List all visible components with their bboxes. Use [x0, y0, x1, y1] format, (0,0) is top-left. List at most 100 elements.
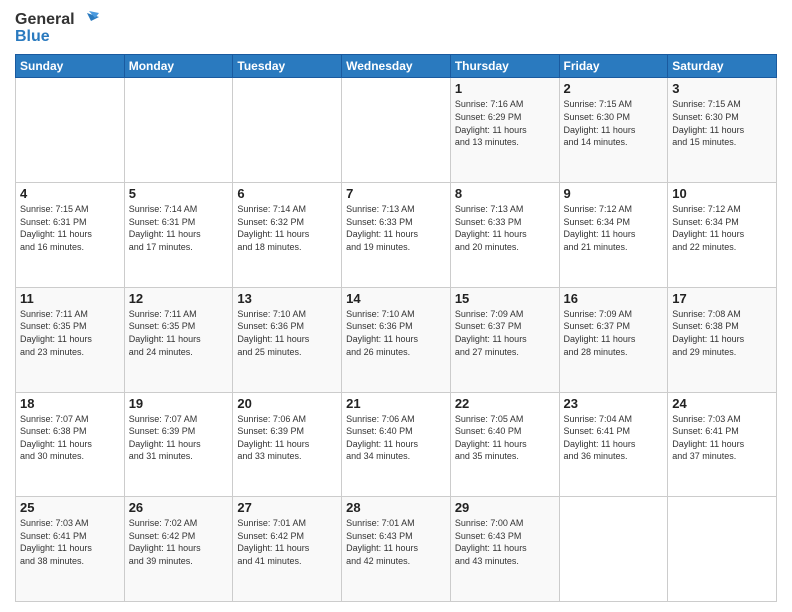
calendar-cell [668, 497, 777, 602]
day-info: Sunrise: 7:15 AM Sunset: 6:30 PM Dayligh… [672, 98, 772, 148]
day-info: Sunrise: 7:11 AM Sunset: 6:35 PM Dayligh… [20, 308, 120, 358]
day-number: 11 [20, 291, 120, 306]
week-row-2: 11 Sunrise: 7:11 AM Sunset: 6:35 PM Dayli… [16, 287, 777, 392]
calendar-cell: 23 Sunrise: 7:04 AM Sunset: 6:41 PM Dayli… [559, 392, 668, 497]
page: General Blue SundayMondayTuesdayWednesda… [0, 0, 792, 612]
weekday-sunday: Sunday [16, 55, 125, 78]
logo-wordmark: General Blue [15, 10, 99, 46]
day-info: Sunrise: 7:12 AM Sunset: 6:34 PM Dayligh… [564, 203, 664, 253]
day-info: Sunrise: 7:02 AM Sunset: 6:42 PM Dayligh… [129, 517, 229, 567]
day-number: 28 [346, 500, 446, 515]
day-number: 29 [455, 500, 555, 515]
day-number: 16 [564, 291, 664, 306]
header: General Blue [15, 10, 777, 46]
day-info: Sunrise: 7:01 AM Sunset: 6:43 PM Dayligh… [346, 517, 446, 567]
calendar-cell: 8 Sunrise: 7:13 AM Sunset: 6:33 PM Daylig… [450, 183, 559, 288]
calendar-cell: 10 Sunrise: 7:12 AM Sunset: 6:34 PM Dayli… [668, 183, 777, 288]
calendar-cell: 28 Sunrise: 7:01 AM Sunset: 6:43 PM Dayli… [342, 497, 451, 602]
calendar-cell [124, 78, 233, 183]
day-number: 21 [346, 396, 446, 411]
calendar-cell: 12 Sunrise: 7:11 AM Sunset: 6:35 PM Dayli… [124, 287, 233, 392]
weekday-wednesday: Wednesday [342, 55, 451, 78]
week-row-1: 4 Sunrise: 7:15 AM Sunset: 6:31 PM Daylig… [16, 183, 777, 288]
day-number: 4 [20, 186, 120, 201]
day-number: 7 [346, 186, 446, 201]
day-number: 20 [237, 396, 337, 411]
day-info: Sunrise: 7:15 AM Sunset: 6:30 PM Dayligh… [564, 98, 664, 148]
day-number: 22 [455, 396, 555, 411]
day-info: Sunrise: 7:14 AM Sunset: 6:32 PM Dayligh… [237, 203, 337, 253]
calendar-cell: 5 Sunrise: 7:14 AM Sunset: 6:31 PM Daylig… [124, 183, 233, 288]
calendar-cell: 20 Sunrise: 7:06 AM Sunset: 6:39 PM Dayli… [233, 392, 342, 497]
calendar-cell: 18 Sunrise: 7:07 AM Sunset: 6:38 PM Dayli… [16, 392, 125, 497]
calendar-cell: 26 Sunrise: 7:02 AM Sunset: 6:42 PM Dayli… [124, 497, 233, 602]
calendar-cell: 2 Sunrise: 7:15 AM Sunset: 6:30 PM Daylig… [559, 78, 668, 183]
calendar-cell: 27Sunrise: 7:01 AM Sunset: 6:42 PM Dayli… [233, 497, 342, 602]
calendar-cell: 1Sunrise: 7:16 AM Sunset: 6:29 PM Daylig… [450, 78, 559, 183]
calendar-cell: 7 Sunrise: 7:13 AM Sunset: 6:33 PM Daylig… [342, 183, 451, 288]
day-number: 19 [129, 396, 229, 411]
day-info: Sunrise: 7:04 AM Sunset: 6:41 PM Dayligh… [564, 413, 664, 463]
week-row-3: 18 Sunrise: 7:07 AM Sunset: 6:38 PM Dayli… [16, 392, 777, 497]
calendar-cell: 24 Sunrise: 7:03 AM Sunset: 6:41 PM Dayli… [668, 392, 777, 497]
calendar-cell: 13 Sunrise: 7:10 AM Sunset: 6:36 PM Dayli… [233, 287, 342, 392]
day-number: 23 [564, 396, 664, 411]
day-number: 15 [455, 291, 555, 306]
day-number: 24 [672, 396, 772, 411]
day-info: Sunrise: 7:12 AM Sunset: 6:34 PM Dayligh… [672, 203, 772, 253]
day-number: 12 [129, 291, 229, 306]
day-info: Sunrise: 7:10 AM Sunset: 6:36 PM Dayligh… [237, 308, 337, 358]
calendar-cell: 25Sunrise: 7:03 AM Sunset: 6:41 PM Dayli… [16, 497, 125, 602]
day-info: Sunrise: 7:14 AM Sunset: 6:31 PM Dayligh… [129, 203, 229, 253]
logo-blue-text: Blue [15, 27, 50, 46]
day-info: Sunrise: 7:13 AM Sunset: 6:33 PM Dayligh… [455, 203, 555, 253]
weekday-monday: Monday [124, 55, 233, 78]
day-number: 5 [129, 186, 229, 201]
weekday-thursday: Thursday [450, 55, 559, 78]
logo-bird-icon [77, 11, 99, 29]
day-info: Sunrise: 7:15 AM Sunset: 6:31 PM Dayligh… [20, 203, 120, 253]
day-number: 25 [20, 500, 120, 515]
day-info: Sunrise: 7:06 AM Sunset: 6:40 PM Dayligh… [346, 413, 446, 463]
calendar-cell: 3 Sunrise: 7:15 AM Sunset: 6:30 PM Daylig… [668, 78, 777, 183]
logo: General Blue [15, 10, 99, 46]
day-info: Sunrise: 7:11 AM Sunset: 6:35 PM Dayligh… [129, 308, 229, 358]
calendar-cell [342, 78, 451, 183]
day-number: 2 [564, 81, 664, 96]
day-info: Sunrise: 7:00 AM Sunset: 6:43 PM Dayligh… [455, 517, 555, 567]
day-info: Sunrise: 7:07 AM Sunset: 6:39 PM Dayligh… [129, 413, 229, 463]
day-number: 18 [20, 396, 120, 411]
calendar-cell: 19 Sunrise: 7:07 AM Sunset: 6:39 PM Dayli… [124, 392, 233, 497]
day-info: Sunrise: 7:07 AM Sunset: 6:38 PM Dayligh… [20, 413, 120, 463]
day-info: Sunrise: 7:10 AM Sunset: 6:36 PM Dayligh… [346, 308, 446, 358]
day-info: Sunrise: 7:06 AM Sunset: 6:39 PM Dayligh… [237, 413, 337, 463]
day-number: 9 [564, 186, 664, 201]
calendar-table: SundayMondayTuesdayWednesdayThursdayFrid… [15, 54, 777, 602]
day-info: Sunrise: 7:13 AM Sunset: 6:33 PM Dayligh… [346, 203, 446, 253]
calendar-cell: 29 Sunrise: 7:00 AM Sunset: 6:43 PM Dayli… [450, 497, 559, 602]
weekday-tuesday: Tuesday [233, 55, 342, 78]
calendar-cell: 6 Sunrise: 7:14 AM Sunset: 6:32 PM Daylig… [233, 183, 342, 288]
day-number: 3 [672, 81, 772, 96]
day-number: 26 [129, 500, 229, 515]
day-info: Sunrise: 7:05 AM Sunset: 6:40 PM Dayligh… [455, 413, 555, 463]
day-info: Sunrise: 7:08 AM Sunset: 6:38 PM Dayligh… [672, 308, 772, 358]
day-info: Sunrise: 7:09 AM Sunset: 6:37 PM Dayligh… [455, 308, 555, 358]
calendar-cell: 14 Sunrise: 7:10 AM Sunset: 6:36 PM Dayli… [342, 287, 451, 392]
day-number: 1 [455, 81, 555, 96]
day-number: 8 [455, 186, 555, 201]
calendar-cell: 11 Sunrise: 7:11 AM Sunset: 6:35 PM Dayli… [16, 287, 125, 392]
day-number: 13 [237, 291, 337, 306]
day-info: Sunrise: 7:03 AM Sunset: 6:41 PM Dayligh… [672, 413, 772, 463]
calendar-cell: 16Sunrise: 7:09 AM Sunset: 6:37 PM Dayli… [559, 287, 668, 392]
calendar-cell: 9 Sunrise: 7:12 AM Sunset: 6:34 PM Daylig… [559, 183, 668, 288]
calendar-cell: 15 Sunrise: 7:09 AM Sunset: 6:37 PM Dayli… [450, 287, 559, 392]
day-number: 14 [346, 291, 446, 306]
day-info: Sunrise: 7:01 AM Sunset: 6:42 PM Dayligh… [237, 517, 337, 567]
day-number: 6 [237, 186, 337, 201]
day-number: 17 [672, 291, 772, 306]
calendar-cell: 4 Sunrise: 7:15 AM Sunset: 6:31 PM Daylig… [16, 183, 125, 288]
weekday-saturday: Saturday [668, 55, 777, 78]
calendar-cell [559, 497, 668, 602]
day-number: 10 [672, 186, 772, 201]
